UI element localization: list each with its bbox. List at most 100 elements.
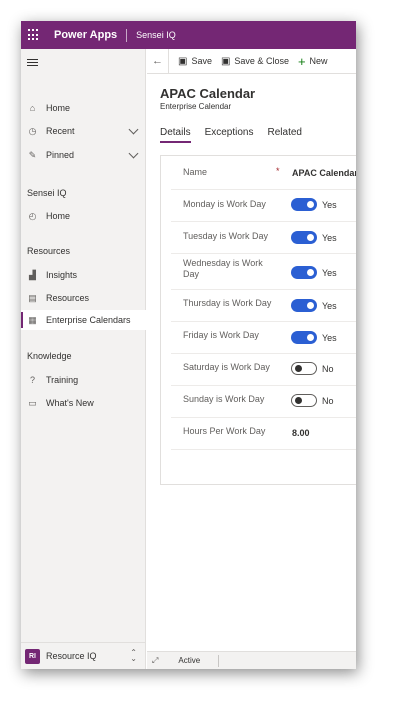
field-label: Tuesday is Work Day — [183, 231, 269, 241]
field-name: Name * APAC Calendar — [171, 156, 356, 190]
sidebar-item-label: Resources — [46, 293, 90, 303]
sidebar-item-label: Insights — [46, 270, 78, 280]
save-button[interactable]: ▣ Save — [178, 56, 212, 67]
toggle-value: No — [322, 396, 334, 406]
hours-input[interactable]: 8.00 — [292, 428, 310, 438]
sidebar-item-enterprise-calendars[interactable]: ▦ Enterprise Calendars — [21, 310, 146, 330]
calendar-icon: ▦ — [28, 314, 37, 325]
section-title-sensei-iq: Sensei IQ — [27, 188, 67, 198]
tab-exceptions[interactable]: Exceptions — [205, 127, 254, 143]
toggle-value: Yes — [322, 301, 337, 311]
back-arrow-icon[interactable]: ← — [147, 48, 169, 74]
name-input[interactable]: APAC Calendar — [292, 168, 356, 178]
thursday-toggle[interactable] — [291, 299, 317, 312]
sidebar-item-sensei-home[interactable]: ◴ Home — [21, 206, 146, 226]
sidebar-item-label: Pinned — [46, 150, 75, 160]
divider — [218, 654, 220, 667]
field-hours-per-work-day: Hours Per Work Day 8.00 — [171, 418, 356, 450]
sidebar-item-label: Home — [46, 211, 71, 221]
app-launcher-icon[interactable] — [28, 29, 40, 41]
field-sunday: Sunday is Work Day No — [171, 386, 356, 418]
field-label: Friday is Work Day — [183, 330, 259, 340]
required-marker: * — [276, 166, 280, 176]
question-icon: ? — [29, 375, 35, 385]
chevron-down-icon[interactable] — [128, 124, 139, 135]
field-label: Wednesday is Work Day — [183, 258, 263, 279]
sidebar-item-resources[interactable]: ▤ Resources — [21, 288, 146, 308]
tab-related[interactable]: Related — [268, 127, 302, 143]
sidebar-item-label: Enterprise Calendars — [46, 315, 131, 325]
save-label: Save — [191, 56, 212, 66]
environment-name[interactable]: Sensei IQ — [136, 30, 176, 40]
hamburger-menu-icon[interactable] — [27, 59, 38, 68]
new-button[interactable]: + New — [298, 54, 328, 69]
toggle-value: Yes — [322, 333, 337, 343]
toggle-value: No — [322, 364, 334, 374]
status-bar: ⤢ Active — [147, 651, 356, 669]
sunday-toggle[interactable] — [291, 394, 317, 407]
new-label: New — [309, 56, 328, 66]
details-form: Name * APAC Calendar Monday is Work Day … — [160, 155, 356, 485]
app-name[interactable]: Power Apps — [54, 29, 117, 41]
field-wednesday: Wednesday is Work Day Yes — [171, 254, 356, 290]
chevron-down-icon[interactable] — [128, 148, 139, 159]
sidebar-item-insights[interactable]: ▟ Insights — [21, 265, 146, 285]
chevron-up-down-icon[interactable]: ⌃ ⌄ — [130, 649, 137, 663]
field-label: Sunday is Work Day — [183, 394, 265, 404]
field-label: Saturday is Work Day — [183, 362, 270, 372]
field-friday: Friday is Work Day Yes — [171, 322, 356, 354]
clock-icon: ◷ — [28, 125, 37, 136]
top-bar: Power Apps Sensei IQ — [21, 21, 356, 49]
area-name: Resource IQ — [46, 651, 97, 661]
tuesday-toggle[interactable] — [291, 231, 317, 244]
divider — [126, 28, 128, 42]
resource-icon: ▤ — [28, 292, 37, 303]
sidebar-item-recent[interactable]: ◷ Recent — [21, 121, 146, 141]
sidebar-item-whats-new[interactable]: ▭ What's New — [21, 393, 146, 413]
toggle-value: Yes — [322, 233, 337, 243]
command-bar: ← ▣ Save ▣ Save & Close + New — [147, 48, 356, 74]
record-title: APAC Calendar — [160, 86, 256, 101]
save-close-icon: ▣ — [220, 55, 231, 67]
chart-icon: ▟ — [29, 269, 36, 280]
dashboard-icon: ◴ — [28, 210, 37, 221]
record-tabs: Details Exceptions Related — [160, 127, 316, 143]
open-in-new-window-icon[interactable]: ⤢ — [152, 656, 158, 666]
section-title-resources: Resources — [27, 246, 71, 256]
floppy-disk-icon: ▣ — [178, 55, 188, 67]
news-icon: ▭ — [28, 397, 37, 408]
friday-toggle[interactable] — [291, 331, 317, 344]
sidebar-item-label: Home — [46, 103, 71, 113]
tab-details[interactable]: Details — [160, 127, 191, 143]
pin-icon: ✎ — [28, 149, 37, 160]
sidebar-item-home[interactable]: ⌂ Home — [21, 98, 146, 118]
app-window: Power Apps Sensei IQ ⌂ Home ◷ Recent ✎ P… — [21, 21, 356, 669]
field-label: Monday is Work Day — [183, 199, 266, 209]
sidebar: ⌂ Home ◷ Recent ✎ Pinned Sensei IQ ◴ Hom… — [21, 49, 146, 669]
toggle-value: Yes — [322, 200, 337, 210]
field-monday: Monday is Work Day Yes — [171, 190, 356, 222]
record-status: Active — [178, 656, 201, 665]
sidebar-item-label: Training — [46, 375, 79, 385]
record-entity-name: Enterprise Calendar — [160, 102, 232, 111]
save-close-label: Save & Close — [234, 56, 289, 66]
sidebar-item-label: What's New — [46, 398, 94, 408]
field-thursday: Thursday is Work Day Yes — [171, 290, 356, 322]
monday-toggle[interactable] — [291, 198, 317, 211]
area-switcher[interactable]: RI Resource IQ ⌃ ⌄ — [21, 642, 146, 669]
wednesday-toggle[interactable] — [291, 266, 317, 279]
field-label: Hours Per Work Day — [183, 426, 266, 436]
area-avatar: RI — [25, 648, 40, 664]
saturday-toggle[interactable] — [291, 362, 317, 375]
save-close-button[interactable]: ▣ Save & Close — [221, 56, 289, 67]
field-label: Thursday is Work Day — [183, 298, 272, 308]
sidebar-item-label: Recent — [46, 126, 75, 136]
sidebar-item-pinned[interactable]: ✎ Pinned — [21, 145, 146, 165]
field-tuesday: Tuesday is Work Day Yes — [171, 222, 356, 254]
home-icon: ⌂ — [29, 103, 36, 113]
plus-icon: + — [297, 53, 306, 69]
toggle-value: Yes — [322, 268, 337, 278]
sidebar-item-training[interactable]: ? Training — [21, 370, 146, 390]
section-title-knowledge: Knowledge — [27, 351, 72, 361]
field-label: Name — [183, 167, 208, 177]
